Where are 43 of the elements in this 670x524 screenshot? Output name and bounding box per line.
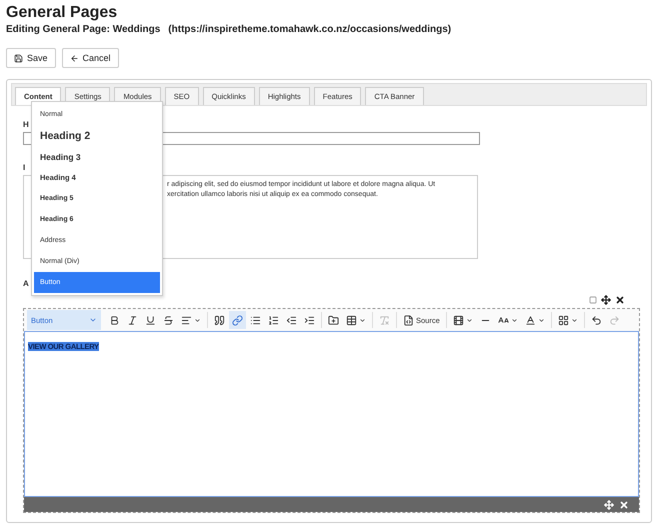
font-size-icon: [498, 314, 509, 326]
outdent-icon: [286, 314, 297, 326]
link-icon: [232, 314, 243, 326]
save-icon: [14, 54, 23, 62]
italic-icon: [127, 314, 138, 326]
align-icon: [181, 314, 192, 326]
caret-icon: [89, 316, 97, 324]
page-url: (https://inspiretheme.tomahawk.co.nz/occasions/weddings): [168, 24, 452, 35]
code-file-icon: [403, 314, 414, 326]
quote-icon: [214, 314, 225, 326]
caret-icon: [194, 316, 201, 324]
indent-icon: [304, 314, 315, 326]
field-label: A: [23, 279, 29, 288]
cancel-button[interactable]: Cancel: [62, 48, 119, 68]
checkbox-icon[interactable]: [589, 296, 597, 304]
film-icon: [452, 314, 464, 326]
caret-icon: [466, 316, 473, 324]
bold-icon: [109, 314, 120, 326]
caret-icon: [359, 316, 366, 324]
clear-format-icon: [379, 314, 390, 326]
field-label: I: [23, 163, 26, 172]
numbered-list-icon: [268, 314, 279, 326]
layout-icon: [558, 314, 569, 326]
bullet-list-icon: [250, 314, 261, 326]
save-button[interactable]: Save: [6, 48, 56, 68]
move-icon[interactable]: [601, 295, 611, 305]
format-option[interactable]: Heading 2: [34, 125, 160, 146]
text-color-icon: [524, 314, 536, 326]
table-icon: [346, 314, 357, 326]
undo-icon: [590, 314, 602, 326]
underline-icon: [145, 314, 156, 326]
format-option[interactable]: Heading 3: [34, 146, 160, 167]
folder-plus-icon: [328, 314, 339, 326]
strikethrough-icon: [163, 314, 174, 326]
caret-icon: [570, 316, 578, 324]
redo-icon: [608, 314, 620, 326]
page-title: General Pages: [6, 4, 118, 22]
field-label: H: [23, 120, 29, 129]
close-icon[interactable]: [615, 295, 625, 305]
page-subtitle: Editing General Page: Weddings: [6, 24, 160, 35]
back-arrow-icon: [70, 54, 79, 62]
caret-icon: [538, 316, 545, 324]
caret-icon: [510, 316, 518, 324]
